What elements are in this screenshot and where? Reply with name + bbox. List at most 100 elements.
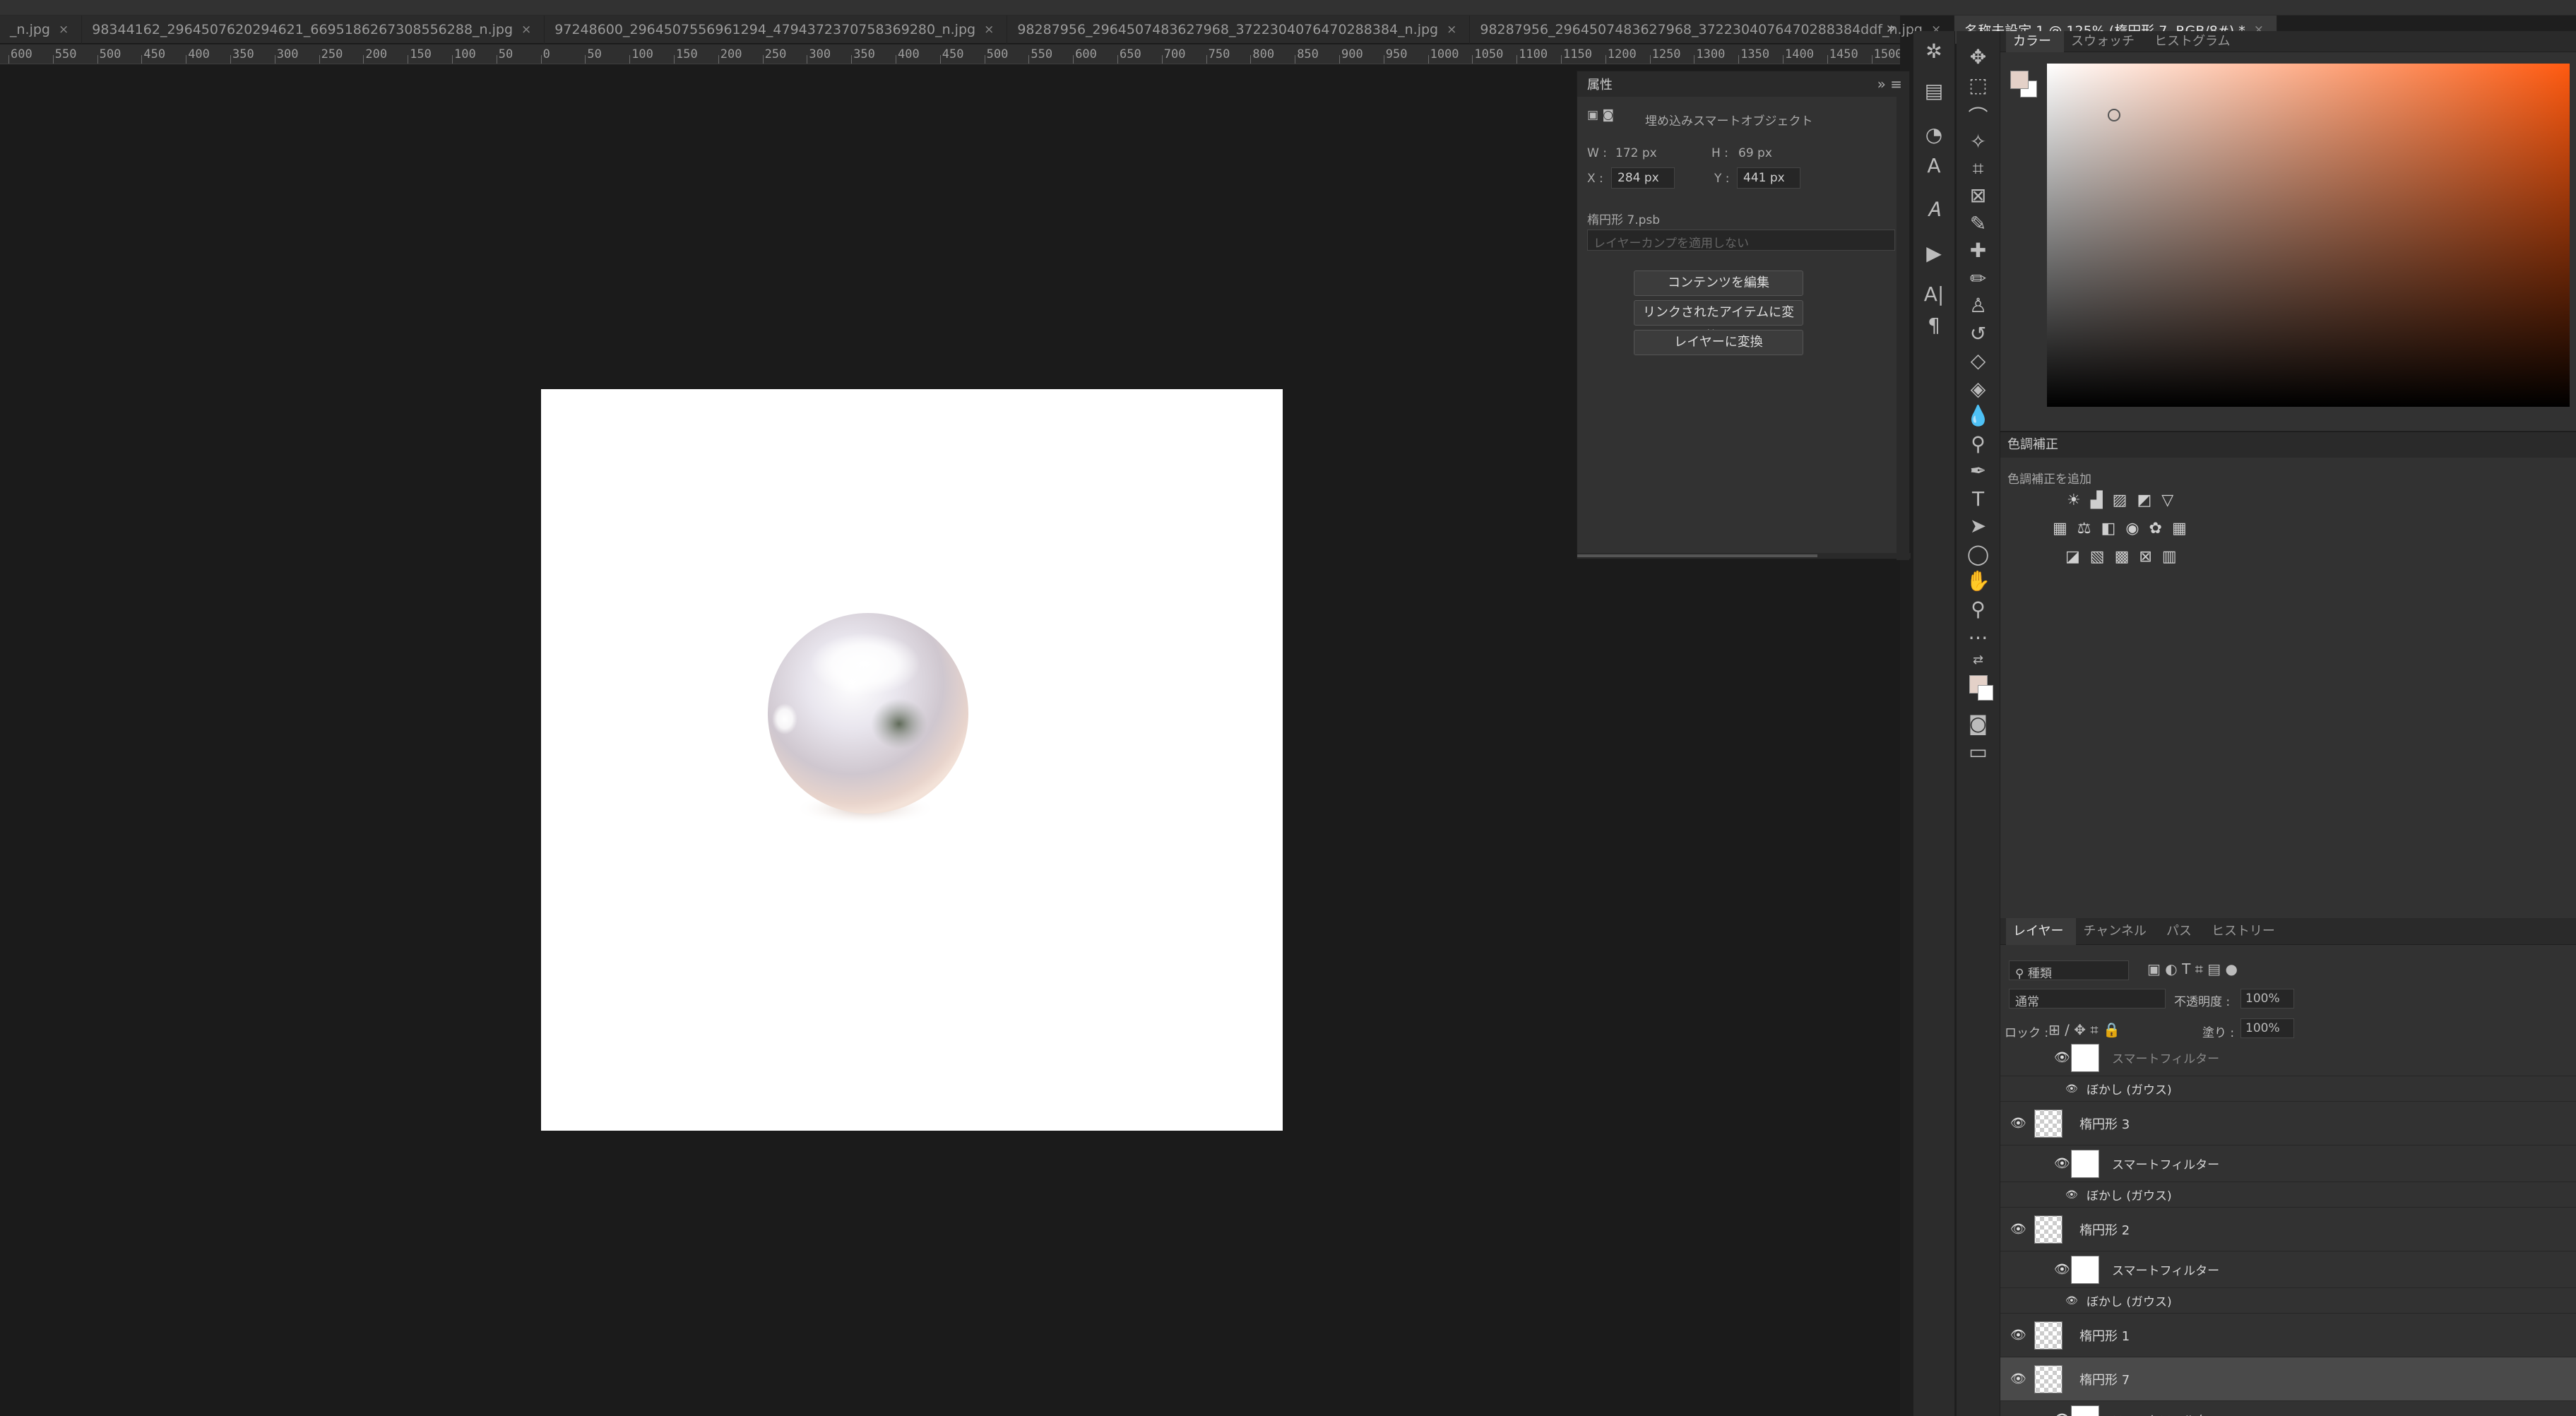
filter-effect-row[interactable]: 👁 ぼかし (ガウス)	[2000, 1076, 2576, 1102]
swap-colors-icon[interactable]: ⇄	[1957, 653, 2000, 667]
brush-tool-icon[interactable]: ✏	[1957, 267, 2000, 290]
layer-row[interactable]: 👁 楕円形 1	[2000, 1314, 2576, 1357]
edit-contents-button[interactable]: コンテンツを編集	[1634, 270, 1803, 296]
dodge-tool-icon[interactable]: ⚲	[1957, 432, 2000, 456]
tab-doc-2[interactable]: 97248600_2964507556961294_47943723707583…	[545, 16, 1008, 44]
quick-mask-icon[interactable]: ◙	[1957, 712, 2000, 735]
close-icon[interactable]: ×	[1447, 23, 1456, 37]
properties-hscroll[interactable]	[1577, 553, 1911, 559]
frame-tool-icon[interactable]: ⊠	[1957, 184, 2000, 207]
x-field[interactable]: 284 px	[1611, 167, 1675, 189]
properties-scrollbar[interactable]	[1897, 97, 1909, 560]
tab-doc-0[interactable]: _n.jpg ×	[0, 16, 83, 44]
smart-filter-row[interactable]: 👁 スマートフィルター	[2000, 1251, 2576, 1288]
levels-icon[interactable]: ▟	[2091, 492, 2103, 509]
actions-play-icon[interactable]: ▶	[1913, 242, 1954, 265]
threshold-icon[interactable]: ▩	[2115, 548, 2130, 566]
hue-icon[interactable]: ▦	[2053, 520, 2067, 537]
layer-row[interactable]: 👁 楕円形 7	[2000, 1357, 2576, 1401]
exposure-icon[interactable]: ◩	[2137, 492, 2151, 509]
layer-row[interactable]: 👁 楕円形 2	[2000, 1208, 2576, 1251]
paragraph-icon[interactable]: ¶	[1913, 314, 1954, 337]
adjust-icon[interactable]: ◔	[1913, 123, 1954, 146]
layer-row[interactable]: 👁 楕円形 3	[2000, 1102, 2576, 1146]
layer-comp-select[interactable]: レイヤーカンプを適用しない	[1587, 230, 1895, 251]
color-field[interactable]	[2047, 64, 2570, 407]
path-select-icon[interactable]: ➤	[1957, 514, 2000, 537]
photo-filter-icon[interactable]: ◉	[2125, 520, 2139, 537]
lock-icons[interactable]: ⊞ ∕ ✥ ⌗ 🔒	[2048, 1021, 2120, 1038]
layer-filter-select[interactable]: ⚲ 種類	[2009, 960, 2129, 981]
close-icon[interactable]: ×	[984, 23, 994, 37]
visibility-eye-icon[interactable]: 👁	[2010, 1372, 2026, 1386]
smart-filter-row[interactable]: 👁 スマートフィルター	[2000, 1040, 2576, 1076]
visibility-eye-icon[interactable]: 👁	[2054, 1412, 2070, 1416]
layer-filter-icons[interactable]: ▣ ◐ T ⌗ ▤ ●	[2147, 960, 2238, 977]
color-picker-handle[interactable]	[2108, 109, 2120, 121]
tab-doc-3[interactable]: 98287956_2964507483627968_37223040764702…	[1007, 16, 1471, 44]
tab-histogram[interactable]: ヒストグラム	[2147, 31, 2243, 52]
tab-color[interactable]: カラー	[2006, 30, 2064, 52]
type-tool-icon[interactable]: T	[1957, 487, 2000, 511]
filter-effect-row[interactable]: 👁 ぼかし (ガウス)	[2000, 1182, 2576, 1208]
posterize-icon[interactable]: ▧	[2090, 548, 2105, 566]
y-field[interactable]: 441 px	[1737, 167, 1800, 189]
screen-mode-icon[interactable]: ▭	[1957, 740, 2000, 763]
glyphs-icon[interactable]: 𝐴	[1913, 198, 1954, 222]
ellipse-tool-icon[interactable]: ◯	[1957, 542, 2000, 566]
visibility-eye-icon[interactable]: 👁	[2054, 1262, 2070, 1277]
channel-mixer-icon[interactable]: ✿	[2149, 520, 2162, 537]
invert-icon[interactable]: ◪	[2065, 548, 2080, 566]
tab-doc-4[interactable]: 98287956_2964507483627968_37223040764702…	[1470, 16, 1955, 44]
convert-layer-button[interactable]: レイヤーに変換	[1634, 330, 1803, 355]
tab-channels[interactable]: チャンネル	[2076, 918, 2159, 945]
tab-paths[interactable]: パス	[2159, 918, 2204, 945]
eraser-tool-icon[interactable]: ◇	[1957, 349, 2000, 372]
color-fg-bg[interactable]	[2010, 71, 2038, 99]
properties-icon[interactable]: ▤	[1913, 79, 1954, 102]
tab-swatches[interactable]: スウォッチ	[2064, 31, 2147, 52]
visibility-eye-icon[interactable]: 👁	[2065, 1189, 2078, 1201]
color-balance-icon[interactable]: ⚖	[2077, 520, 2091, 537]
tab-doc-1[interactable]: 98344162_2964507620294621_66951862673085…	[82, 16, 545, 44]
magic-wand-icon[interactable]: ✧	[1957, 130, 2000, 153]
visibility-eye-icon[interactable]: 👁	[2054, 1156, 2070, 1171]
paint-bucket-icon[interactable]: ◈	[1957, 377, 2000, 400]
close-icon[interactable]: ×	[59, 23, 69, 37]
tab-layers[interactable]: レイヤー	[2006, 917, 2077, 945]
hand-tool-icon[interactable]: ✋	[1957, 569, 2000, 593]
lookup-icon[interactable]: ▦	[2172, 520, 2187, 537]
tab-history[interactable]: ヒストリー	[2204, 918, 2288, 945]
more-tools-icon[interactable]: ⋯	[1957, 626, 2000, 649]
zoom-tool-icon[interactable]: ⚲	[1957, 597, 2000, 621]
smart-filter-row[interactable]: 👁 スマートフィルター	[2000, 1146, 2576, 1182]
opacity-field[interactable]: 100%	[2240, 989, 2294, 1009]
foreground-swatch[interactable]	[2010, 71, 2029, 89]
gradient-fill-icon[interactable]: ▥	[2162, 548, 2177, 566]
fill-field[interactable]: 100%	[2240, 1018, 2294, 1038]
brightness-icon[interactable]: ☀	[2067, 492, 2081, 509]
convert-linked-button[interactable]: リンクされたアイテムに変換...	[1634, 300, 1803, 344]
healing-brush-icon[interactable]: ✚	[1957, 239, 2000, 262]
lasso-tool-icon[interactable]: ⌒	[1957, 102, 2000, 130]
gradient-map-icon[interactable]: ▽	[2161, 492, 2173, 509]
crop-tool-icon[interactable]: ⌗	[1957, 157, 2000, 181]
height-value[interactable]: 69 px	[1738, 146, 1772, 160]
close-icon[interactable]: ×	[521, 23, 531, 37]
marquee-tool-icon[interactable]: ⬚	[1957, 73, 2000, 97]
history-brush-icon[interactable]: ↺	[1957, 322, 2000, 345]
text-icon[interactable]: A|	[1913, 282, 1954, 306]
character-icon[interactable]: A	[1913, 154, 1954, 177]
visibility-eye-icon[interactable]: 👁	[2065, 1295, 2078, 1307]
smart-filter-row[interactable]: 👁 スマートフィルター	[2000, 1401, 2576, 1416]
blend-mode-select[interactable]: 通常	[2009, 989, 2166, 1009]
stamp-tool-icon[interactable]: ♙	[1957, 294, 2000, 317]
visibility-eye-icon[interactable]: 👁	[2054, 1050, 2070, 1065]
move-tool-icon[interactable]: ✥	[1957, 45, 2000, 69]
filter-effect-row[interactable]: 👁 ぼかし (ガウス)	[2000, 1288, 2576, 1314]
visibility-eye-icon[interactable]: 👁	[2010, 1222, 2026, 1237]
selective-color-icon[interactable]: ⊠	[2139, 548, 2151, 566]
bw-icon[interactable]: ◧	[2101, 520, 2116, 537]
brush-settings-icon[interactable]: ✲	[1913, 40, 1954, 63]
blur-tool-icon[interactable]: 💧	[1957, 404, 2000, 427]
